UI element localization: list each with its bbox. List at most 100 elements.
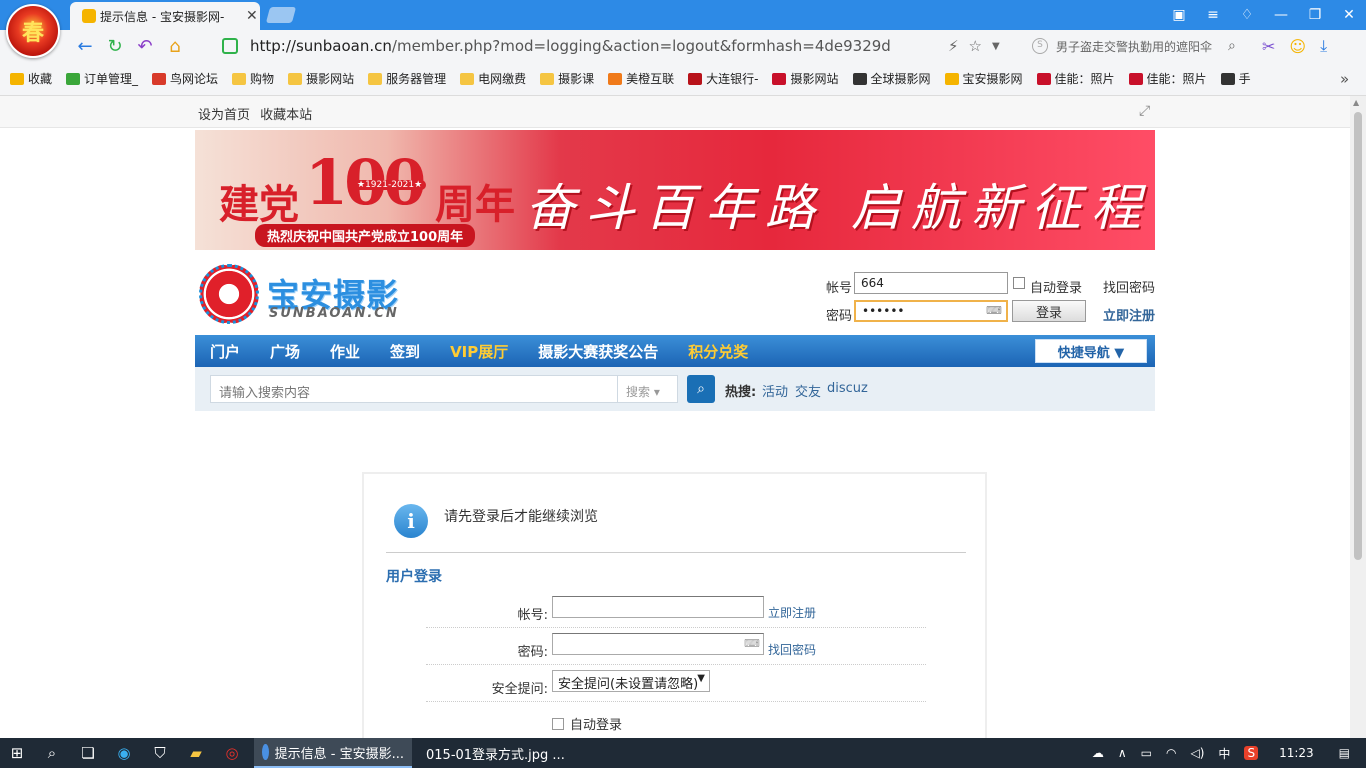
minimize-button[interactable]: — — [1264, 0, 1298, 30]
task-view-icon[interactable]: ❏ — [70, 738, 106, 768]
chevron-up-icon[interactable]: ∧ — [1118, 746, 1127, 760]
quick-nav-button[interactable]: 快捷导航 ▼ — [1035, 339, 1147, 363]
site-logo[interactable]: 宝安摄影 SUNBAOAN.CN — [199, 264, 419, 324]
search-icon[interactable]: ⌕ — [1228, 38, 1236, 54]
password-field[interactable] — [552, 633, 764, 655]
bookmark-item[interactable]: 全球摄影网 — [852, 70, 931, 87]
account-field[interactable] — [552, 596, 764, 618]
auto-login-checkbox[interactable] — [1013, 277, 1025, 289]
nav-item[interactable]: 作业 — [315, 335, 375, 367]
volume-icon[interactable]: ◁) — [1191, 746, 1205, 760]
tab-title: 提示信息 - 宝安摄影网- — [100, 9, 225, 24]
nav-item[interactable]: 摄影大赛获奖公告 — [523, 335, 673, 367]
bookmark-item[interactable]: 佳能：照片 — [1128, 70, 1207, 87]
banner[interactable]: 建党 100 ★1921-2021★ 周年 热烈庆祝中国共产党成立100周年 奋… — [195, 130, 1155, 250]
bookmark-item[interactable]: 服务器管理 — [368, 70, 446, 87]
bookmark-item[interactable]: 宝安摄影网 — [944, 70, 1023, 87]
fullscreen-icon[interactable]: ⤢ — [1139, 103, 1150, 119]
folder-icon[interactable]: ▰ — [178, 738, 214, 768]
close-window-button[interactable]: ✕ — [1332, 0, 1366, 30]
refresh-icon[interactable]: ↻ — [100, 31, 130, 61]
restore-button[interactable]: ❐ — [1298, 0, 1332, 30]
home-icon[interactable]: ⌂ — [160, 31, 190, 61]
bookmark-label: 全球摄影网 — [870, 72, 931, 86]
search-type-select[interactable]: 搜索 ▾ — [618, 375, 678, 403]
edge-icon[interactable]: ◉ — [106, 738, 142, 768]
auto-login[interactable]: 自动登录 — [552, 714, 622, 733]
windows-start-icon[interactable]: ⊞ — [0, 738, 34, 768]
weather-icon[interactable]: ☁ — [1092, 746, 1104, 760]
bookmark-item[interactable]: 大连银行- — [688, 70, 758, 87]
hot-link-activity[interactable]: 活动 — [762, 381, 788, 400]
forgot-password-link[interactable]: 找回密码 — [1103, 277, 1155, 296]
scissors-icon[interactable]: ✂ — [1262, 37, 1275, 56]
scrollbar[interactable]: ▲ — [1350, 96, 1366, 738]
extension-icons: ✂ ☺ ⤓ — [1262, 33, 1327, 59]
bookmark-item[interactable]: 摄影课 — [540, 70, 594, 87]
emoji-icon[interactable]: ☺ — [1289, 37, 1306, 56]
forgot-password-link[interactable]: 找回密码 — [768, 641, 816, 658]
sogou-icon[interactable]: S — [1244, 746, 1259, 760]
close-tab-icon[interactable]: ✕ — [246, 8, 258, 24]
download-icon[interactable]: ⤓ — [1320, 36, 1327, 56]
password-input[interactable] — [854, 300, 1008, 322]
nav-item[interactable]: 签到 — [375, 335, 435, 367]
search-icon[interactable]: ⌕ — [687, 375, 715, 403]
back-icon[interactable]: ← — [70, 31, 100, 61]
login-box: i 请先登录后才能继续浏览 用户登录 帐号: 立即注册 密码: ⌨ 找回密码 安… — [362, 472, 987, 738]
search-icon[interactable]: ⌕ — [34, 738, 70, 768]
ime-indicator[interactable]: 中 — [1218, 745, 1230, 762]
bookmark-item[interactable]: 收藏 — [10, 70, 52, 87]
nav-item[interactable]: 门户 — [195, 335, 255, 367]
account-input[interactable] — [854, 272, 1008, 294]
battery-icon[interactable]: ▭ — [1141, 746, 1152, 760]
menu-icon[interactable]: ≡ — [1196, 0, 1230, 30]
bookmark-item[interactable]: 摄影网站 — [288, 70, 354, 87]
hot-link-discuz[interactable]: discuz — [827, 381, 868, 396]
taskbar-task[interactable]: 015-01登录方式.jpg ... — [412, 738, 570, 768]
chevron-down-icon[interactable]: ▼ — [992, 41, 1000, 52]
network-icon[interactable]: ◠ — [1166, 746, 1176, 760]
register-link[interactable]: 立即注册 — [1103, 305, 1155, 324]
star-icon[interactable]: ☆ — [969, 37, 982, 55]
nav-item[interactable]: 积分兑奖 — [673, 335, 763, 367]
nav-item[interactable]: 广场 — [255, 335, 315, 367]
tab-list-icon[interactable]: ▣ — [1162, 0, 1196, 30]
tab-active[interactable]: 提示信息 - 宝安摄影网- ✕ — [70, 2, 260, 30]
scroll-up-icon[interactable]: ▲ — [1353, 98, 1359, 107]
login-button[interactable]: 登录 — [1012, 300, 1086, 322]
bookmark-item[interactable]: 电网缴费 — [460, 70, 526, 87]
nav-item[interactable]: VIP展厅 — [435, 335, 523, 367]
keyboard-icon[interactable]: ⌨ — [744, 637, 760, 650]
bookmark-site-link[interactable]: 收藏本站 — [260, 108, 312, 123]
address-bar[interactable]: http://sunbaoan.cn/member.php?mod=loggin… — [222, 33, 1022, 59]
taskbar-task[interactable]: 提示信息 - 宝安摄影... — [254, 738, 412, 768]
skin-icon[interactable]: ♢ — [1230, 0, 1264, 30]
bookmark-item[interactable]: 摄影网站 — [772, 70, 839, 87]
auto-login-checkbox[interactable] — [552, 717, 564, 730]
bookmark-item[interactable]: 手 — [1220, 70, 1251, 87]
scroll-thumb[interactable] — [1354, 112, 1362, 560]
browser-logo[interactable]: 春 — [6, 4, 60, 58]
clock[interactable]: 11:23 — [1279, 746, 1314, 760]
bookmark-item[interactable]: 佳能：照片 — [1036, 70, 1115, 87]
new-tab-button[interactable] — [265, 7, 297, 23]
security-question-select[interactable]: 安全提问(未设置请忽略) ▼ — [552, 670, 710, 692]
bookmark-item[interactable]: 鸟网论坛 — [152, 70, 218, 87]
browser-360-icon[interactable]: ◎ — [214, 738, 250, 768]
notification-icon[interactable]: ▤ — [1339, 746, 1350, 760]
undo-icon[interactable]: ↶ — [130, 31, 160, 61]
site-search-input[interactable]: 请输入搜索内容 — [210, 375, 618, 403]
bookmark-item[interactable]: 购物 — [232, 70, 274, 87]
hot-link-friends[interactable]: 交友 — [795, 381, 821, 400]
search-box[interactable]: S 男子盗走交警执勤用的遮阳伞 ⌕ — [1032, 33, 1250, 59]
store-icon[interactable]: ⛉ — [142, 738, 178, 768]
url-host: http://sunbaoan.cn — [250, 37, 392, 55]
register-link[interactable]: 立即注册 — [768, 604, 816, 621]
bookmark-item[interactable]: 美橙互联 — [608, 70, 674, 87]
keyboard-icon[interactable]: ⌨ — [986, 304, 1002, 317]
set-homepage-link[interactable]: 设为首页 — [198, 108, 250, 123]
more-bookmarks-icon[interactable]: » — [1340, 70, 1349, 88]
bookmark-item[interactable]: 订单管理_ — [66, 70, 138, 87]
lightning-icon[interactable]: ⚡ — [948, 37, 959, 55]
